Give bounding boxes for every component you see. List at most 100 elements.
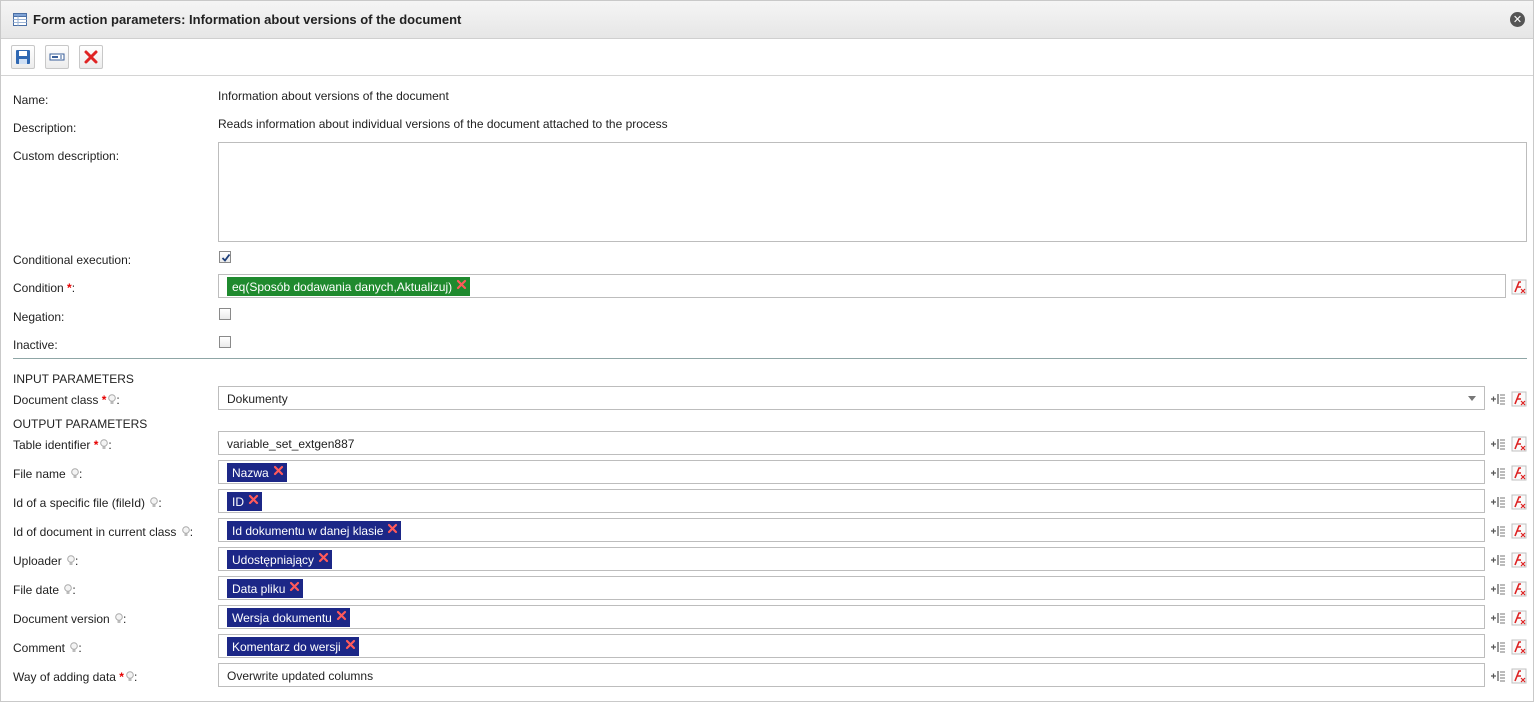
- conditional-execution-label: Conditional execution:: [13, 253, 132, 267]
- field-icon: [49, 53, 65, 61]
- delete-icon: [84, 50, 98, 64]
- field-button[interactable]: [45, 45, 69, 69]
- document-class-select[interactable]: Dokumenty: [218, 386, 1485, 410]
- add-variable-icon[interactable]: [1490, 436, 1506, 452]
- output-param-label: File date :: [13, 583, 76, 597]
- output-param-label: Comment :: [13, 641, 82, 655]
- remove-tag-icon[interactable]: [387, 523, 398, 534]
- edit-formula-icon[interactable]: [1511, 465, 1527, 481]
- hint-bulb-icon[interactable]: [126, 671, 134, 682]
- variable-tag[interactable]: Komentarz do wersji: [227, 637, 359, 656]
- output-parameters-heading: OUTPUT PARAMETERS: [13, 417, 148, 431]
- edit-formula-icon[interactable]: [1511, 581, 1527, 597]
- output-param-field[interactable]: Id dokumentu w danej klasie: [218, 518, 1485, 542]
- checkmark-icon: [221, 253, 231, 262]
- delete-button[interactable]: [79, 45, 103, 69]
- add-variable-icon[interactable]: [1490, 465, 1506, 481]
- add-variable-icon[interactable]: [1490, 552, 1506, 568]
- save-icon: [16, 50, 30, 64]
- variable-tag[interactable]: Data pliku: [227, 579, 304, 598]
- hint-bulb-icon[interactable]: [67, 555, 75, 566]
- add-variable-icon[interactable]: [1490, 639, 1506, 655]
- condition-tag-text: eq(Sposób dodawania danych,Aktualizuj): [232, 280, 453, 294]
- hint-bulb-icon[interactable]: [115, 613, 123, 624]
- toolbar: [1, 40, 1533, 76]
- table-icon: [13, 13, 27, 26]
- remove-tag-icon[interactable]: [318, 552, 329, 563]
- variable-tag[interactable]: Nazwa: [227, 463, 287, 482]
- add-variable-icon[interactable]: [1490, 581, 1506, 597]
- document-class-value: Dokumenty: [227, 392, 288, 406]
- custom-description-input[interactable]: [218, 142, 1527, 242]
- output-param-field[interactable]: Data pliku: [218, 576, 1485, 600]
- form-action-parameters-window: Form action parameters: Information abou…: [0, 0, 1534, 702]
- way-of-adding-data-input[interactable]: Overwrite updated columns: [218, 663, 1485, 687]
- condition-tag[interactable]: eq(Sposób dodawania danych,Aktualizuj): [227, 277, 471, 296]
- remove-tag-icon[interactable]: [273, 465, 284, 476]
- name-value: Information about versions of the docume…: [218, 89, 449, 103]
- variable-tag-text: Id dokumentu w danej klasie: [232, 524, 384, 538]
- conditional-execution-checkbox[interactable]: [219, 251, 231, 263]
- add-variable-icon[interactable]: [1490, 494, 1506, 510]
- edit-formula-icon[interactable]: [1511, 523, 1527, 539]
- negation-checkbox[interactable]: [219, 308, 231, 320]
- add-variable-icon[interactable]: [1490, 391, 1506, 407]
- description-label: Description:: [13, 121, 77, 135]
- variable-tag-text: Wersja dokumentu: [232, 611, 332, 625]
- condition-label: Condition *:: [13, 281, 76, 295]
- output-param-label: Id of a specific file (fileId) :: [13, 496, 162, 510]
- edit-formula-icon[interactable]: [1511, 639, 1527, 655]
- variable-tag-text: Udostępniający: [232, 553, 315, 567]
- hint-bulb-icon[interactable]: [71, 468, 79, 479]
- remove-tag-icon[interactable]: [345, 639, 356, 650]
- output-param-label: Document version :: [13, 612, 127, 626]
- variable-tag[interactable]: Udostępniający: [227, 550, 333, 569]
- output-param-field[interactable]: Nazwa: [218, 460, 1485, 484]
- remove-tag-icon[interactable]: [248, 494, 259, 505]
- remove-tag-icon[interactable]: [289, 581, 300, 592]
- edit-formula-icon[interactable]: [1511, 494, 1527, 510]
- remove-tag-icon[interactable]: [456, 279, 467, 290]
- output-param-field[interactable]: Udostępniający: [218, 547, 1485, 571]
- variable-tag[interactable]: Wersja dokumentu: [227, 608, 350, 627]
- table-identifier-value: variable_set_extgen887: [227, 437, 355, 451]
- output-param-field[interactable]: ID: [218, 489, 1485, 513]
- way-of-adding-data-label: Way of adding data *:: [13, 670, 138, 684]
- save-button[interactable]: [11, 45, 35, 69]
- add-variable-icon[interactable]: [1490, 523, 1506, 539]
- variable-tag-text: Data pliku: [232, 582, 286, 596]
- negation-label: Negation:: [13, 310, 65, 324]
- name-label: Name:: [13, 93, 49, 107]
- output-param-label: Uploader :: [13, 554, 79, 568]
- remove-tag-icon[interactable]: [336, 610, 347, 621]
- document-class-label: Document class *:: [13, 393, 120, 407]
- variable-tag-text: Komentarz do wersji: [232, 640, 341, 654]
- description-value: Reads information about individual versi…: [218, 117, 668, 131]
- edit-formula-icon[interactable]: [1511, 391, 1527, 407]
- close-icon[interactable]: ✕: [1510, 12, 1525, 27]
- variable-tag[interactable]: Id dokumentu w danej klasie: [227, 521, 402, 540]
- variable-tag[interactable]: ID: [227, 492, 262, 511]
- chevron-down-icon[interactable]: [1468, 396, 1476, 401]
- way-of-adding-data-value: Overwrite updated columns: [227, 669, 374, 683]
- edit-formula-icon[interactable]: [1511, 436, 1527, 452]
- table-identifier-label: Table identifier *:: [13, 438, 112, 452]
- hint-bulb-icon[interactable]: [181, 526, 190, 537]
- edit-formula-icon[interactable]: [1511, 552, 1527, 568]
- edit-formula-icon[interactable]: [1511, 668, 1527, 684]
- variable-tag-text: ID: [232, 495, 244, 509]
- output-param-label: Id of document in current class :: [13, 525, 194, 539]
- inactive-checkbox[interactable]: [219, 336, 231, 348]
- output-param-label: File name :: [13, 467, 83, 481]
- edit-formula-icon[interactable]: [1511, 279, 1527, 295]
- output-param-field[interactable]: Komentarz do wersji: [218, 634, 1485, 658]
- title-bar: Form action parameters: Information abou…: [1, 1, 1533, 39]
- table-identifier-input[interactable]: variable_set_extgen887: [218, 431, 1485, 455]
- add-variable-icon[interactable]: [1490, 610, 1506, 626]
- output-param-field[interactable]: Wersja dokumentu: [218, 605, 1485, 629]
- divider: [13, 358, 1527, 359]
- edit-formula-icon[interactable]: [1511, 610, 1527, 626]
- inactive-label: Inactive:: [13, 338, 58, 352]
- condition-field[interactable]: eq(Sposób dodawania danych,Aktualizuj): [218, 274, 1506, 298]
- add-variable-icon[interactable]: [1490, 668, 1506, 684]
